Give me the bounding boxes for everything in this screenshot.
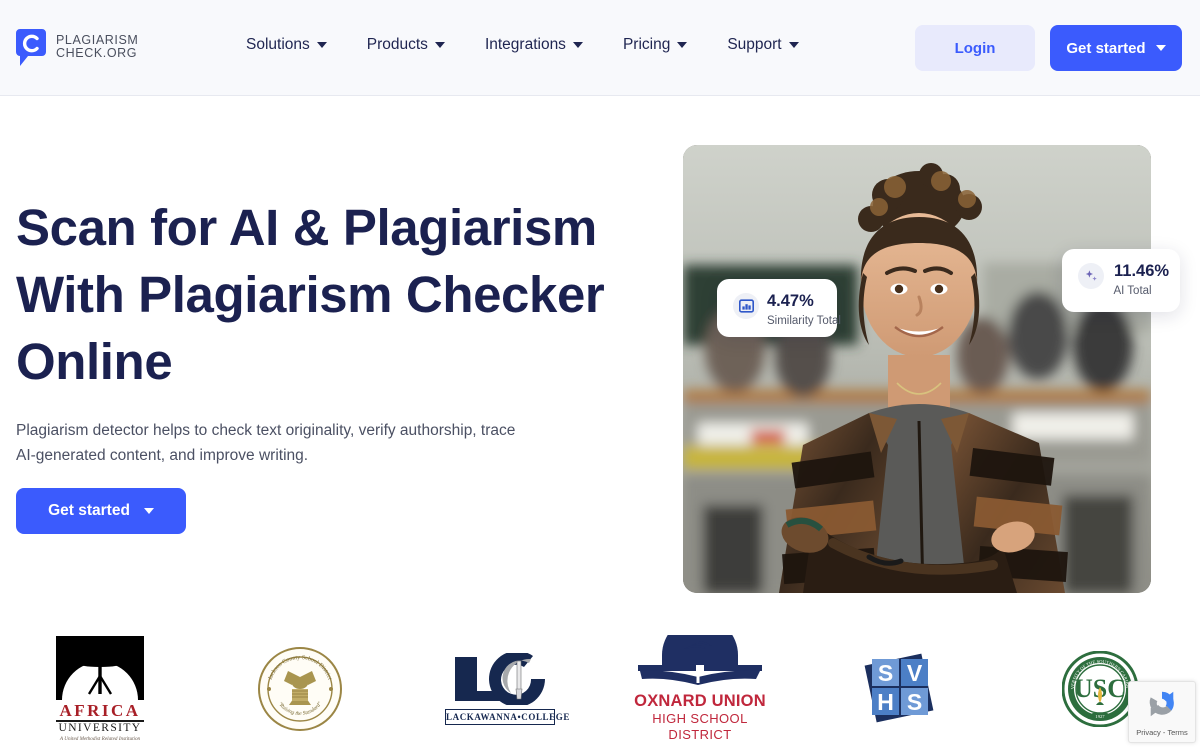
nav-label-support: Support bbox=[727, 36, 782, 53]
hero-title-line-2: With Plagiarism Checker bbox=[16, 266, 605, 323]
nav-item-support[interactable]: Support bbox=[727, 36, 799, 54]
nav-item-integrations[interactable]: Integrations bbox=[485, 36, 583, 54]
partner-logo-africa-university: AFRICA UNIVERSITY A United Methodist Rel… bbox=[0, 628, 200, 750]
partner-logo-svhs: S V H S bbox=[800, 628, 1000, 750]
nav-item-pricing[interactable]: Pricing bbox=[622, 36, 688, 54]
similarity-total-value: 4.47% bbox=[767, 292, 814, 310]
usc-seal-icon: UNIVERSITY OF THE SOUTHERN CARIBBEAN USC… bbox=[1060, 647, 1139, 728]
nav-item-products[interactable]: Products bbox=[367, 36, 445, 54]
ai-total-value: 11.46% bbox=[1114, 262, 1170, 280]
oxnard-line-2: HIGH SCHOOL DISTRICT bbox=[652, 711, 748, 742]
bar-chart-icon bbox=[733, 293, 759, 319]
site-header: PLAGIARISM CHECK.ORG Solutions Products … bbox=[0, 0, 1200, 96]
nav-label-pricing: Pricing bbox=[622, 36, 671, 53]
nav-label-products: Products bbox=[366, 36, 428, 53]
nav-label-integrations: Integrations bbox=[484, 36, 566, 53]
chevron-down-icon bbox=[434, 42, 445, 48]
chevron-down-icon bbox=[572, 42, 583, 48]
main-navigation: Solutions Products Integrations Pricing … bbox=[246, 36, 799, 54]
chevron-down-icon bbox=[1155, 45, 1166, 51]
hero-image bbox=[683, 145, 1151, 593]
get-started-hero-label: Get started bbox=[48, 502, 130, 519]
landing-page: PLAGIARISM CHECK.ORG Solutions Products … bbox=[0, 0, 1200, 750]
page-title: Scan for AI & Plagiarism With Plagiarism… bbox=[16, 194, 636, 395]
stat-card-ai-total: 11.46% AI Total bbox=[1062, 249, 1180, 312]
oxnard-line-1: OXNARD UNION bbox=[634, 692, 766, 710]
chevron-down-icon bbox=[677, 42, 688, 48]
svg-text:S: S bbox=[907, 689, 922, 715]
chevron-down-icon bbox=[788, 42, 799, 48]
get-started-header-label: Get started bbox=[1066, 39, 1146, 57]
hero-subtitle: Plagiarism detector helps to check text … bbox=[16, 422, 516, 464]
logo-line-2: CHECK.ORG bbox=[56, 46, 138, 60]
svg-text:V: V bbox=[907, 660, 923, 686]
svg-text:H: H bbox=[877, 689, 894, 715]
africa-university-line-3: A United Methodist Related Institution bbox=[59, 735, 141, 742]
get-started-button-header[interactable]: Get started bbox=[1050, 25, 1182, 71]
logo-wordmark: PLAGIARISM CHECK.ORG bbox=[56, 32, 139, 61]
recaptcha-badge[interactable]: Privacy - Terms bbox=[1128, 681, 1196, 743]
svg-text:1927: 1927 bbox=[1095, 714, 1105, 719]
svg-text:S: S bbox=[878, 660, 893, 686]
chevron-down-icon bbox=[316, 42, 327, 48]
partner-logo-oxnard-union: OXNARD UNION HIGH SCHOOL DISTRICT bbox=[600, 617, 800, 750]
recaptcha-label: Privacy - Terms bbox=[1136, 727, 1188, 737]
recaptcha-icon bbox=[1146, 688, 1178, 725]
stat-card-ai-body: 11.46% AI Total bbox=[1113, 262, 1170, 297]
partner-logo-strip: AFRICA UNIVERSITY A United Methodist Rel… bbox=[0, 617, 1200, 750]
stat-card-similarity: 4.47% Similarity Total bbox=[717, 279, 841, 337]
nav-label-solutions: Solutions bbox=[246, 36, 310, 53]
partner-logo-jackson-county: Jackson County School District "Raising … bbox=[200, 628, 400, 750]
svhs-icon: S V H S bbox=[862, 651, 938, 727]
get-started-button-hero[interactable]: Get started bbox=[16, 488, 186, 534]
partner-logo-lackawanna-college: LACKAWANNA•COLLEGE bbox=[400, 628, 600, 750]
lackawanna-monogram-icon bbox=[445, 650, 555, 707]
africa-university-line-1: AFRICA bbox=[56, 702, 144, 722]
stat-card-similarity-body: 4.47% Similarity Total bbox=[767, 292, 841, 327]
speech-bubble-c-logo-icon bbox=[16, 28, 46, 66]
nav-item-solutions[interactable]: Solutions bbox=[246, 36, 327, 54]
login-button-label: Login bbox=[954, 39, 996, 57]
login-button[interactable]: Login bbox=[915, 25, 1035, 71]
ai-total-label: AI Total bbox=[1113, 285, 1152, 297]
similarity-total-label: Similarity Total bbox=[767, 315, 841, 327]
africa-university-tree-icon bbox=[56, 635, 144, 700]
site-logo[interactable]: PLAGIARISM CHECK.ORG bbox=[16, 28, 138, 66]
logo-line-1: PLAGIARISM bbox=[56, 32, 139, 47]
oxnard-book-bird-icon bbox=[634, 617, 766, 692]
lackawanna-wordmark: LACKAWANNA•COLLEGE bbox=[445, 709, 569, 725]
hero-title-line-1: Scan for AI & Plagiarism bbox=[16, 199, 597, 256]
africa-university-line-2: UNIVERSITY bbox=[58, 721, 142, 734]
jackson-county-seal-icon: Jackson County School District "Raising … bbox=[258, 647, 342, 731]
hero-title-line-3: Online bbox=[16, 333, 173, 390]
chevron-down-icon bbox=[143, 508, 154, 514]
